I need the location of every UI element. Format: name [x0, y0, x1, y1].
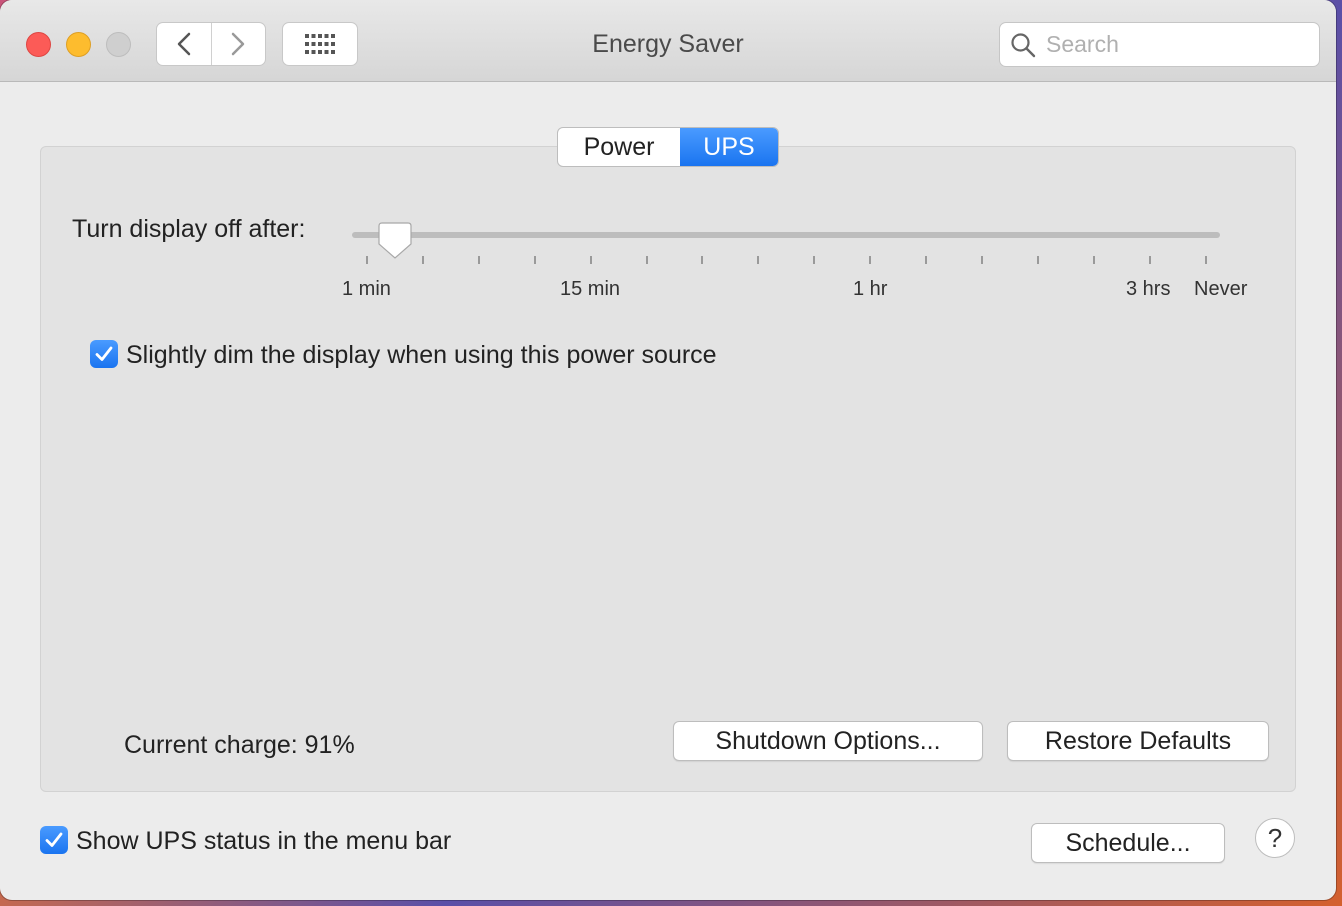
- slider-tick: [701, 256, 703, 264]
- tab-ups[interactable]: UPS: [680, 128, 778, 166]
- slider-tick: [1149, 256, 1151, 264]
- shutdown-options-button[interactable]: Shutdown Options...: [673, 721, 983, 761]
- tick-label-never: Never: [1194, 278, 1248, 300]
- search-input[interactable]: [1046, 31, 1306, 58]
- dim-display-checkbox[interactable]: [90, 340, 118, 368]
- slider-tick: [422, 256, 424, 264]
- tick-label-15-min: 15 min: [560, 278, 621, 300]
- tick-label-1-hr: 1 hr: [853, 278, 888, 300]
- checkmark-icon: [45, 832, 63, 847]
- slider-tick: [869, 256, 871, 264]
- slider-tick: [590, 256, 592, 264]
- show-ups-status-checkbox[interactable]: [40, 826, 68, 854]
- slider-tick: [534, 256, 536, 264]
- schedule-button[interactable]: Schedule...: [1031, 823, 1225, 863]
- energy-saver-window: Energy Saver Power UPS Turn display off …: [0, 0, 1336, 900]
- title-bar: Energy Saver: [0, 0, 1336, 82]
- slider-tick: [1093, 256, 1095, 264]
- tick-label-3-hrs: 3 hrs: [1126, 278, 1171, 300]
- slider-tick: [478, 256, 480, 264]
- slider-tick: [925, 256, 927, 264]
- checkmark-icon: [95, 346, 113, 361]
- display-sleep-slider-track[interactable]: [352, 232, 1220, 238]
- power-source-tabs: Power UPS: [557, 127, 779, 167]
- slider-tick: [813, 256, 815, 264]
- slider-tick: [1037, 256, 1039, 264]
- slider-tick: [646, 256, 648, 264]
- search-icon: [1011, 32, 1036, 57]
- display-sleep-slider-thumb[interactable]: [378, 222, 412, 260]
- search-field[interactable]: [999, 22, 1320, 67]
- help-button[interactable]: ?: [1255, 818, 1295, 858]
- slider-tick: [366, 256, 368, 264]
- slider-tick: [1205, 256, 1207, 264]
- tick-label-1-min: 1 min: [342, 278, 391, 300]
- tab-power[interactable]: Power: [558, 128, 680, 166]
- display-sleep-label: Turn display off after:: [72, 215, 306, 243]
- slider-tick: [981, 256, 983, 264]
- show-ups-status-label: Show UPS status in the menu bar: [76, 827, 452, 855]
- restore-defaults-button[interactable]: Restore Defaults: [1007, 721, 1269, 761]
- slider-tick: [757, 256, 759, 264]
- dim-display-label: Slightly dim the display when using this…: [126, 341, 717, 369]
- current-charge-text: Current charge: 91%: [124, 731, 355, 759]
